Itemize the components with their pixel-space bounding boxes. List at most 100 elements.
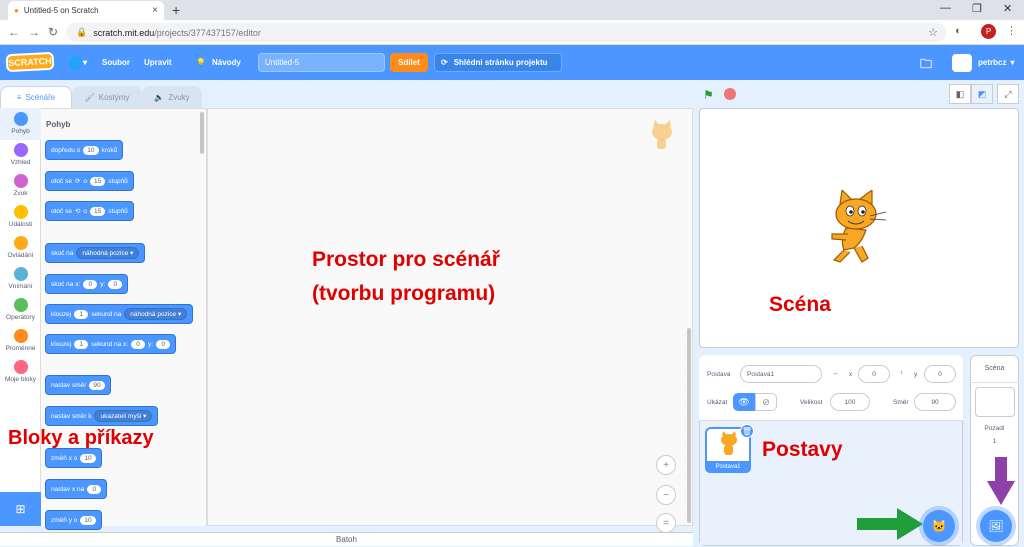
add-sprite-button[interactable]: 🐱 [923, 510, 955, 542]
zoom-reset-button[interactable]: = [656, 513, 676, 533]
sprite-name-input[interactable]: Postava1 [740, 365, 822, 383]
block-input[interactable]: 15 [90, 206, 106, 216]
block-input[interactable]: 15 [90, 176, 106, 186]
block-input[interactable]: 10 [80, 515, 96, 525]
new-tab-icon[interactable]: + [172, 2, 180, 18]
delete-sprite-icon[interactable]: 🗑 [740, 424, 754, 438]
block-glide-to-xy[interactable]: klouzej 1 sekund na x: 0 y: 0 [45, 334, 177, 354]
browser-tab[interactable]: ● Untitled-5 on Scratch × [8, 1, 164, 20]
block-glide-to[interactable]: klouzej 1 sekund na náhodná pozice ▾ [45, 304, 194, 324]
block-point-towards[interactable]: nastav směr k ukazateli myši ▾ [45, 406, 159, 426]
category-8[interactable]: Proměnné [0, 329, 41, 352]
lock-icon: 🔒 [76, 27, 88, 37]
block-move-steps[interactable]: dopředu o 10 kroků [45, 140, 124, 160]
dropdown-value: náhodná pozice [82, 250, 129, 257]
category-3[interactable]: Zvuk [0, 174, 41, 197]
category-5[interactable]: Ovládání [0, 236, 41, 259]
forward-icon[interactable]: → [28, 25, 40, 39]
script-area[interactable] [207, 108, 693, 526]
zoom-in-button[interactable]: + [656, 455, 676, 475]
script-area-scrollbar[interactable] [687, 328, 691, 523]
tab-code[interactable]: ≡ Scénáře [0, 86, 72, 108]
category-6[interactable]: Vnímání [0, 267, 41, 290]
address-bar[interactable]: 🔒 scratch.mit.edu /projects/377437157/ed… [66, 23, 946, 42]
show-sprite-button[interactable]: 👁 [733, 393, 755, 411]
language-menu[interactable]: 🌐 ▾ [68, 45, 87, 80]
stage-thumbnail[interactable] [975, 387, 1015, 417]
add-extension-button[interactable]: ⊞ [0, 492, 41, 526]
block-input[interactable]: 0 [108, 279, 123, 289]
category-2[interactable]: Vzhled [0, 143, 41, 166]
scratch-logo[interactable]: SCRATCH [5, 51, 55, 73]
scratch-menubar: SCRATCH 🌐 ▾ Soubor Upravit 💡 Návody Untitl… [0, 45, 1024, 80]
my-stuff-folder-icon[interactable]: 🗀 [920, 55, 932, 76]
block-input[interactable]: 1 [74, 339, 89, 349]
size-input[interactable]: 100 [830, 393, 870, 411]
tutorials-menu[interactable]: 💡 Návody [196, 45, 241, 80]
close-tab-icon[interactable]: × [152, 5, 158, 16]
block-change-x[interactable]: změň x o 10 [45, 448, 102, 468]
y-input[interactable]: 0 [924, 365, 956, 383]
browser-menu-icon[interactable]: ⋮ [1006, 24, 1017, 37]
category-label: Moje bloky [4, 376, 37, 383]
tab-sounds-label: Zvuky [168, 92, 190, 102]
share-button[interactable]: Sdílet [390, 53, 428, 72]
add-extension-icon: ⊞ [15, 502, 26, 516]
backpack-bar[interactable]: Batoh [0, 532, 693, 546]
category-7[interactable]: Operátory [0, 298, 41, 321]
minimize-icon[interactable]: — [940, 2, 951, 14]
stop-icon[interactable] [724, 88, 736, 100]
cat-sprite[interactable] [822, 190, 892, 270]
palette-scrollbar[interactable] [200, 112, 204, 154]
account-menu[interactable]: petrbcz ▾ [978, 45, 1014, 80]
block-set-x[interactable]: nastav x na 0 [45, 479, 108, 499]
block-change-y[interactable]: změň y o 10 [45, 510, 102, 530]
block-input[interactable]: 0 [156, 339, 171, 349]
block-input[interactable]: 0 [83, 279, 98, 289]
x-input[interactable]: 0 [858, 365, 890, 383]
reload-icon[interactable]: ↻ [48, 25, 58, 39]
tab-costumes[interactable]: 🖌 Kostýmy [72, 86, 142, 108]
hide-sprite-button[interactable]: ⊘ [755, 393, 777, 411]
block-go-to[interactable]: skoč na náhodná pozice ▾ [45, 243, 146, 263]
tab-sounds[interactable]: 🔈 Zvuky [142, 86, 202, 108]
green-flag-icon[interactable]: ⚑ [703, 88, 714, 102]
profile-avatar[interactable]: P [981, 24, 996, 39]
block-input[interactable]: 0 [131, 339, 146, 349]
restore-icon[interactable]: ❐ [972, 2, 982, 15]
add-backdrop-button[interactable]: 🖼 [980, 510, 1012, 542]
user-avatar[interactable] [952, 54, 972, 72]
category-1[interactable]: Pohyb [0, 112, 41, 135]
direction-input[interactable]: 90 [914, 393, 956, 411]
block-turn-right[interactable]: otoč se ⟳ o 15 stupňů [45, 171, 134, 191]
close-window-icon[interactable]: ✕ [1003, 2, 1012, 15]
block-input[interactable]: 10 [80, 453, 96, 463]
block-dropdown[interactable]: ukazateli myši ▾ [94, 410, 153, 422]
block-dropdown[interactable]: náhodná pozice ▾ [76, 247, 140, 259]
annotation-script-area-line2: (tvorbu programu) [312, 282, 496, 305]
extension-icon[interactable]: ◐ [955, 25, 962, 37]
zoom-out-button[interactable]: − [656, 485, 676, 505]
edit-menu[interactable]: Upravit [144, 45, 172, 80]
back-icon[interactable]: ← [8, 25, 20, 39]
category-dot-icon [13, 329, 28, 343]
category-label: Vnímání [8, 283, 33, 290]
block-input[interactable]: 1 [74, 309, 89, 319]
block-turn-left[interactable]: otoč se ⟲ o 15 stupňů [45, 201, 134, 221]
block-point-direction[interactable]: nastav směr 90 [45, 375, 111, 395]
x-arrows-icon: ↔ [832, 370, 839, 377]
fullscreen-button[interactable]: ⤢ [997, 84, 1019, 104]
normal-stage-button[interactable]: ◩ [971, 84, 993, 104]
category-9[interactable]: Moje bloky [0, 360, 41, 383]
block-input[interactable]: 0 [87, 484, 102, 494]
block-dropdown[interactable]: náhodná pozice ▾ [124, 308, 188, 320]
project-title-input[interactable]: Untitled-5 [258, 53, 385, 72]
block-input[interactable]: 90 [89, 380, 105, 390]
block-input[interactable]: 10 [83, 145, 99, 155]
see-project-page-button[interactable]: ⟳ Shlédni stránku projektu [434, 53, 562, 72]
category-4[interactable]: Události [0, 205, 41, 228]
file-menu[interactable]: Soubor [102, 45, 130, 80]
bookmark-star-icon[interactable]: ☆ [928, 26, 938, 39]
block-go-to-xy[interactable]: skoč na x: 0 y: 0 [45, 274, 129, 294]
small-stage-button[interactable]: ◧ [949, 84, 971, 104]
